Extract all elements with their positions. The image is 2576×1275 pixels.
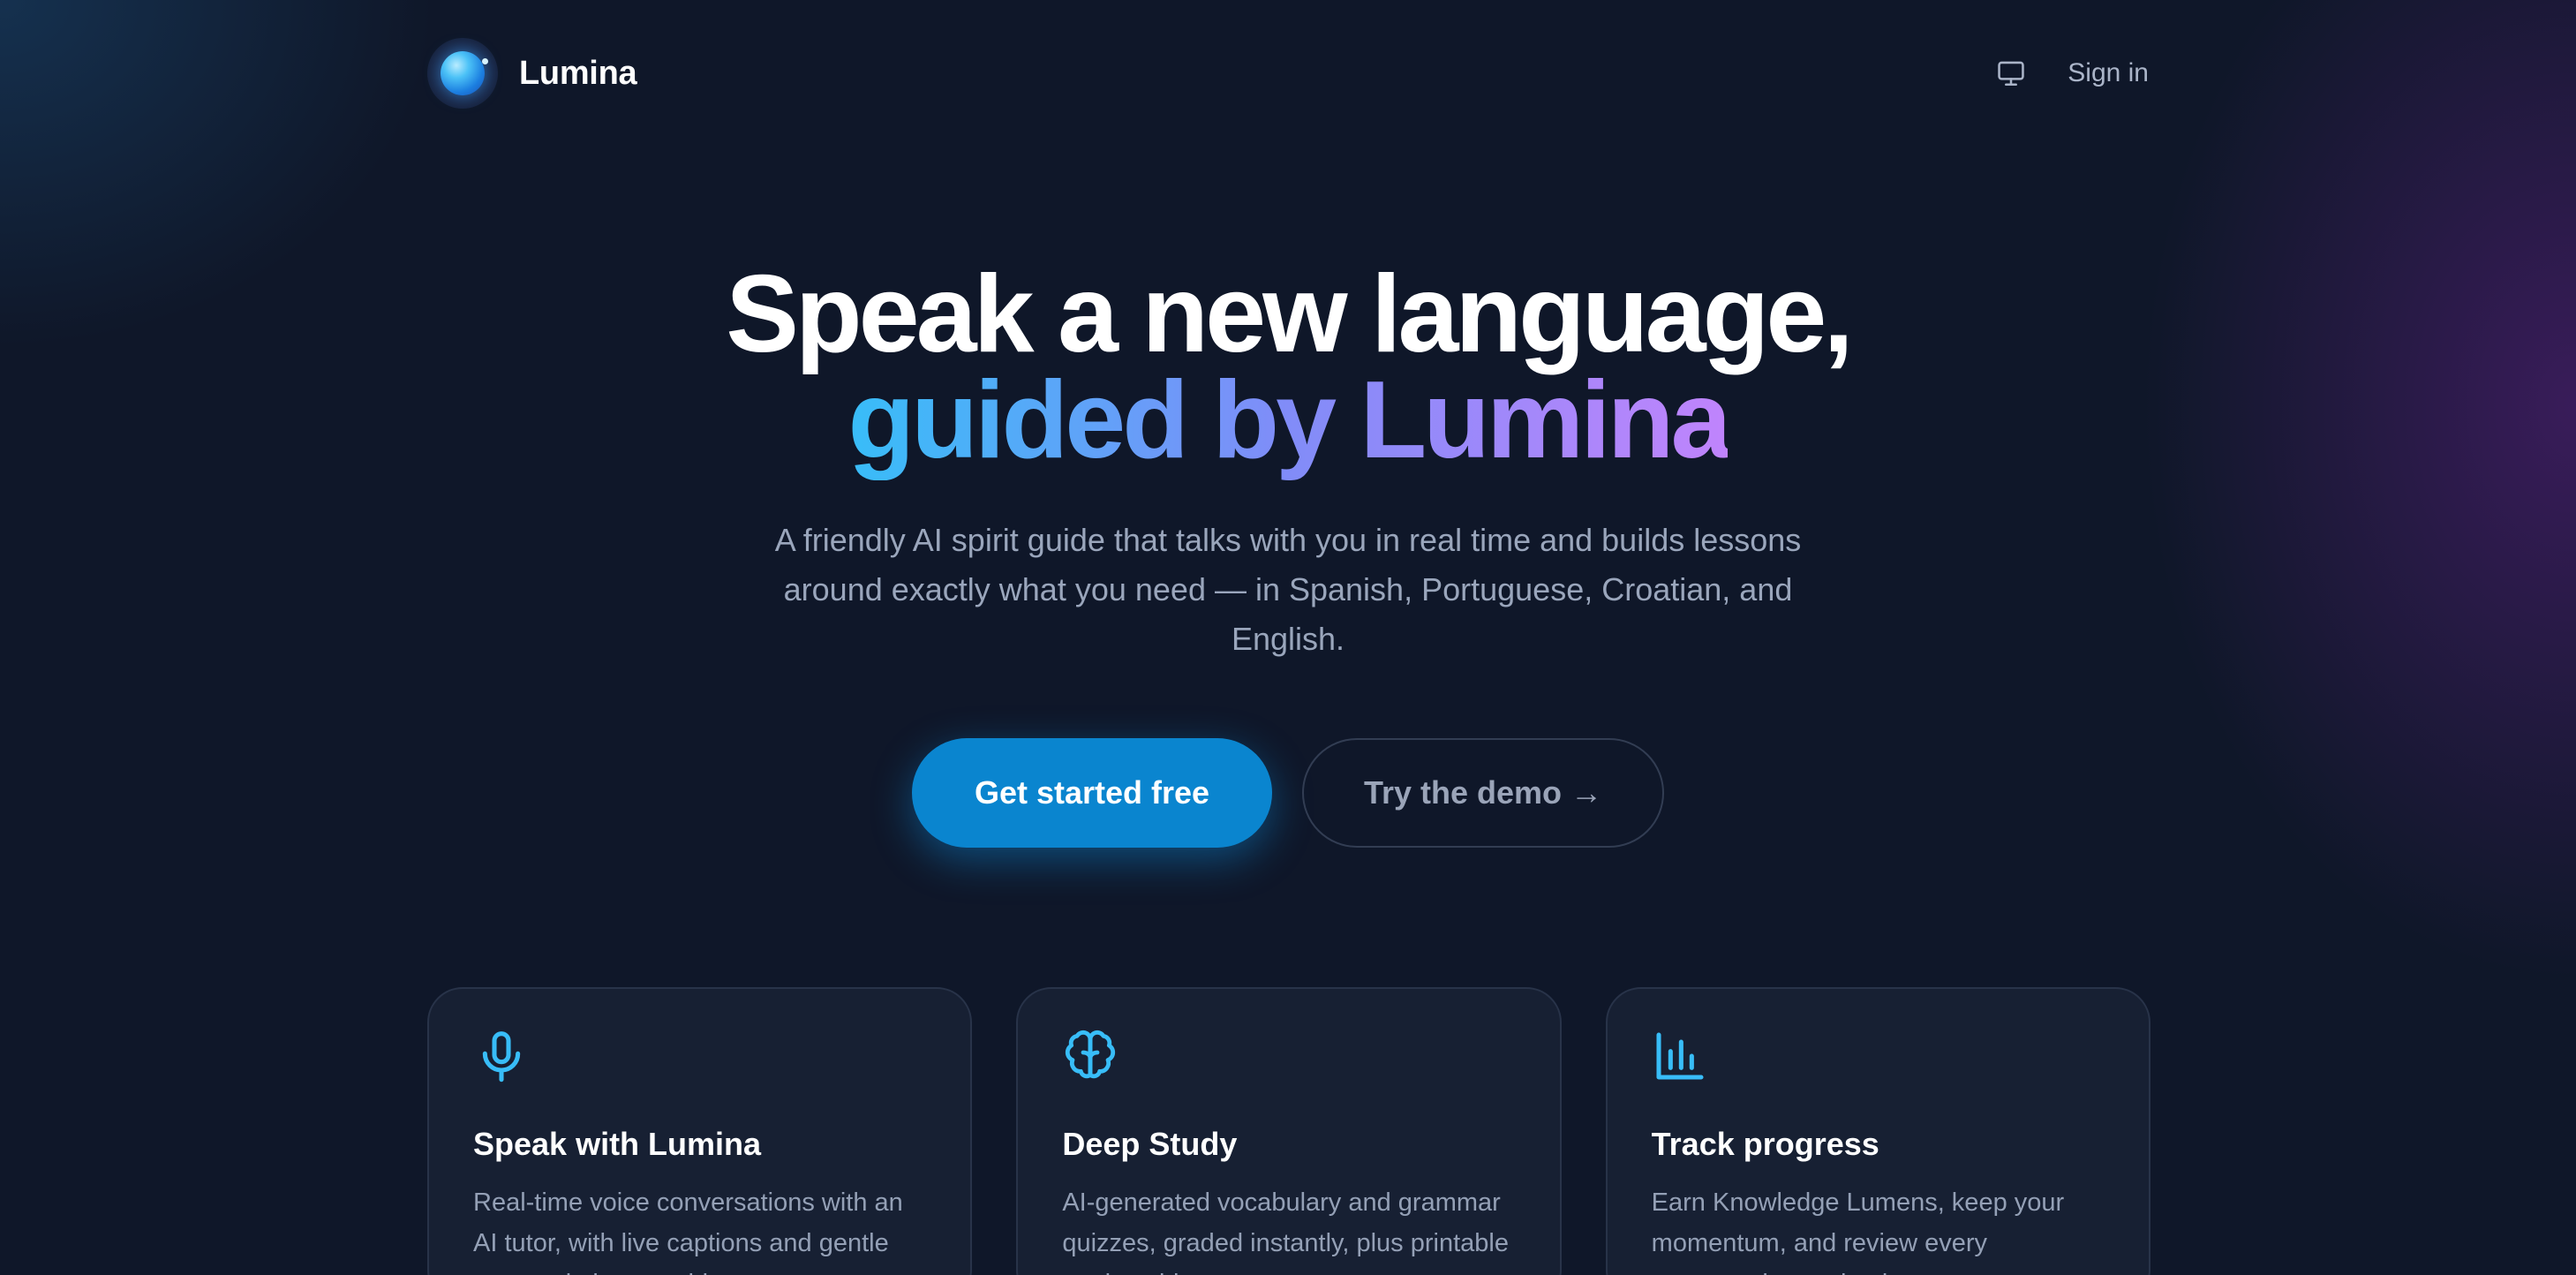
feature-card-deep-study: Deep Study AI-generated vocabulary and g… [1016,987,1562,1275]
hero-headline: Speak a new language, guided by Lumina [0,260,2576,481]
landing-page: Lumina Sign in Speak a new language, gui… [0,0,2576,1275]
headline-line-2: guided by Lumina [847,359,1732,481]
bar-chart-icon [1652,1032,1708,1088]
feature-cards: Speak with Lumina Real-time voice conver… [427,987,2150,1275]
try-demo-button[interactable]: Try the demo → [1302,738,1664,848]
brain-icon [1062,1030,1119,1088]
lumina-orb-logo [427,38,498,109]
brand[interactable]: Lumina [427,38,637,109]
feature-description: Earn Knowledge Lumens, keep your momentu… [1651,1188,2065,1275]
feature-title: Track progress [1651,1126,1879,1162]
headline-line-1: Speak a new language, [726,253,1854,375]
feature-description: AI-generated vocabulary and grammar quiz… [1062,1188,1509,1275]
hero-subtitle: A friendly AI spirit guide that talks wi… [774,522,1802,657]
sign-in-link[interactable]: Sign in [2068,58,2149,88]
monitor-icon[interactable] [1993,56,2029,91]
header-actions: Sign in [1993,56,2149,91]
feature-card-track-progress: Track progress Earn Knowledge Lumens, ke… [1605,987,2150,1275]
hero-cta-group: Get started free Try the demo → [0,738,2576,848]
feature-title: Deep Study [1062,1126,1238,1162]
microphone-icon [473,1031,530,1088]
orb-icon [441,51,488,95]
feature-card-speak: Speak with Lumina Real-time voice conver… [427,987,973,1275]
brand-name: Lumina [519,54,637,92]
hero-section: Speak a new language, guided by Lumina A… [0,260,2576,848]
feature-description: Real-time voice conversations with an AI… [473,1188,903,1275]
feature-title: Speak with Lumina [473,1126,762,1162]
get-started-button[interactable]: Get started free [912,738,1272,848]
site-header: Lumina Sign in [427,35,2149,111]
